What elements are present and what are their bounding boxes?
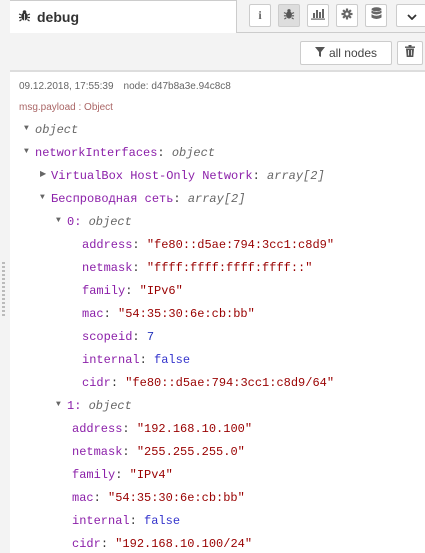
sidebar-menu-button[interactable]	[396, 4, 425, 27]
trash-icon	[405, 44, 415, 62]
tree-row-scopeid: scopeid: 7	[82, 330, 155, 344]
tree-row-family: family: "IPv4"	[72, 468, 173, 482]
message-node-link[interactable]: node: d47b8a3e.94c8c8	[124, 81, 231, 92]
tree-row-root[interactable]: ▼ object	[24, 121, 78, 139]
sidebar-tab-bar: debug i	[10, 0, 425, 33]
expanded-caret-icon: ▼	[56, 216, 61, 225]
tree-row-mac: mac: "54:35:30:6e:cb:bb"	[82, 307, 255, 321]
tree-row-virtualbox[interactable]: ▶ VirtualBox Host-Only Network: array[2]	[40, 167, 325, 185]
debug-button[interactable]	[278, 4, 300, 27]
expanded-caret-icon: ▼	[40, 193, 45, 202]
filter-all-nodes-button[interactable]: all nodes	[300, 41, 392, 65]
tree-row-wireless[interactable]: ▼ Беспроводная сеть: array[2]	[40, 190, 245, 208]
tree-row-cidr: cidr: "fe80::d5ae:794:3cc1:c8d9/64"	[82, 376, 335, 390]
settings-button[interactable]	[336, 4, 358, 27]
tree-row-netmask: netmask: "ffff:ffff:ffff:ffff::"	[82, 261, 313, 275]
expanded-caret-icon: ▼	[24, 147, 29, 156]
clear-messages-button[interactable]	[397, 41, 423, 65]
tree-row-internal: internal: false	[82, 353, 191, 367]
expanded-caret-icon: ▼	[24, 124, 29, 133]
tree-row-item-0[interactable]: ▼ 0: object	[56, 213, 132, 231]
filter-icon	[314, 46, 329, 60]
tree-row-mac: mac: "54:35:30:6e:cb:bb"	[72, 491, 245, 505]
message-timestamp: 09.12.2018, 17:55:39	[19, 81, 114, 92]
tab-title: debug	[37, 9, 79, 25]
tab-debug[interactable]: debug	[10, 0, 237, 33]
chart-icon	[311, 7, 325, 25]
tree-row-network-interfaces[interactable]: ▼ networkInterfaces: object	[24, 144, 215, 162]
bug-icon	[283, 7, 295, 25]
tree-row-cidr: cidr: "192.168.10.100/24"	[72, 537, 253, 551]
bug-icon	[18, 9, 31, 25]
collapsed-caret-icon: ▶	[40, 170, 47, 179]
info-button[interactable]: i	[249, 4, 271, 27]
filter-label: all nodes	[328, 46, 378, 60]
info-icon: i	[258, 8, 262, 22]
dashboard-button[interactable]	[307, 4, 329, 27]
tree-row-family: family: "IPv6"	[82, 284, 183, 298]
tree-row-internal: internal: false	[72, 514, 181, 528]
tree-row-address: address: "192.168.10.100"	[72, 422, 253, 436]
gear-icon	[341, 7, 353, 25]
expanded-caret-icon: ▼	[56, 400, 61, 409]
debug-message-list[interactable]: 09.12.2018, 17:55:39 node: d47b8a3e.94c8c…	[10, 71, 425, 553]
debug-toolbar: all nodes	[10, 33, 425, 71]
resize-grip[interactable]	[2, 262, 5, 318]
message-topic: msg.payload : Object	[19, 102, 113, 113]
tree-row-address: address: "fe80::d5ae:794:3cc1:c8d9"	[82, 238, 335, 252]
tree-row-netmask: netmask: "255.255.255.0"	[72, 445, 245, 459]
tree-row-item-1[interactable]: ▼ 1: object	[56, 397, 132, 415]
message-meta: 09.12.2018, 17:55:39 node: d47b8a3e.94c8c…	[19, 81, 231, 92]
caret-down-icon	[406, 7, 417, 25]
context-data-button[interactable]	[365, 4, 387, 27]
database-icon	[371, 6, 382, 25]
